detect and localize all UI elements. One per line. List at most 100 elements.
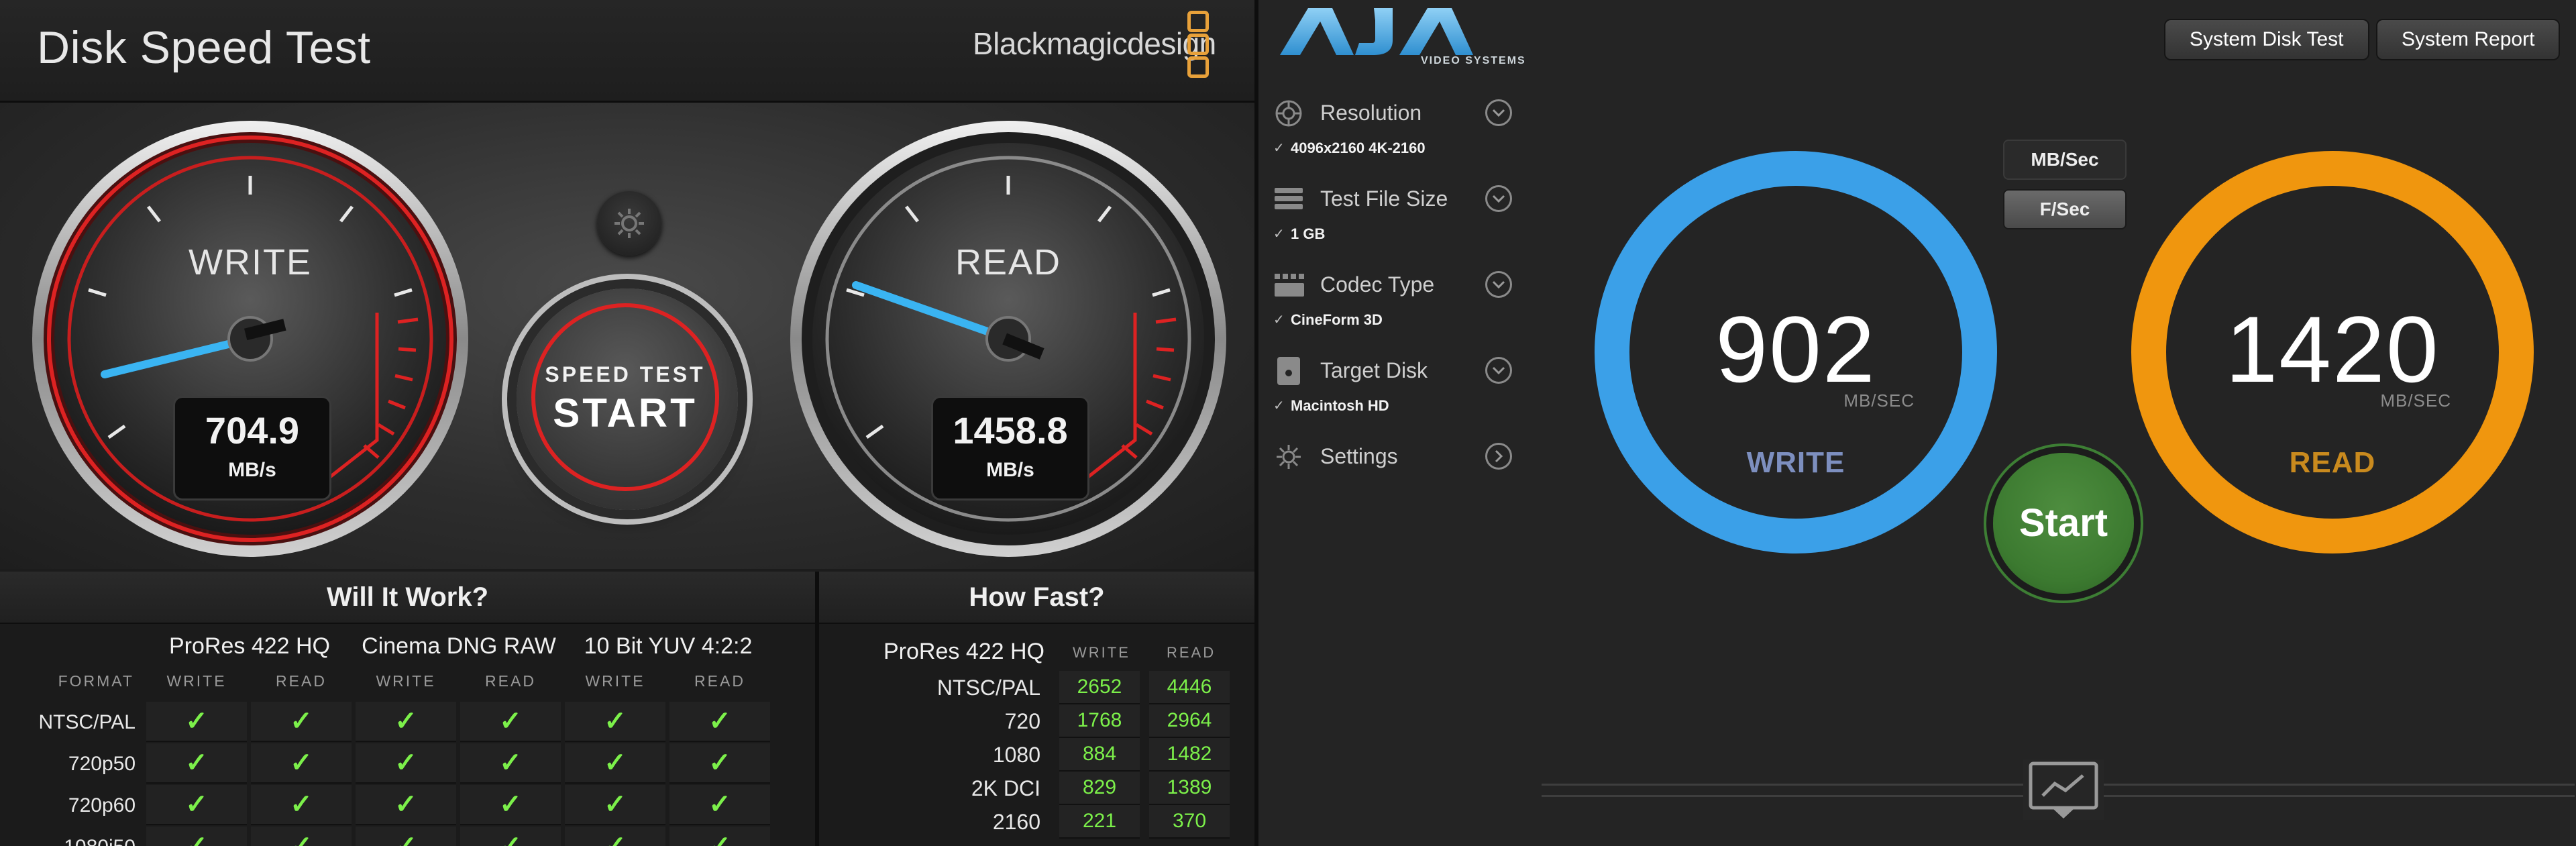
write-column-label: WRITE	[166, 672, 227, 690]
write-column-label: WRITE	[376, 672, 436, 690]
read-result-value: 1420	[2225, 297, 2440, 402]
write-result-label: WRITE	[1746, 446, 1845, 479]
codec-header: ProRes 422 HQ	[883, 639, 1044, 664]
write-fps-value: 2652	[1059, 671, 1140, 704]
chevron-right-icon[interactable]	[1485, 443, 1512, 470]
start-button-line2: START	[553, 390, 698, 435]
write-speed-value: 704.9	[205, 409, 300, 452]
write-result-value: 902	[1715, 297, 1876, 402]
read-column-label: READ	[276, 672, 327, 690]
read-fps-value: 4446	[1149, 671, 1230, 704]
check-icon: ✓	[1273, 141, 1285, 156]
speed-test-start-button[interactable]: SPEED TEST START	[517, 288, 738, 510]
read-speed-readout: 1458.8 MB/s	[931, 396, 1089, 500]
setting-label: Settings	[1320, 444, 1398, 468]
check-icon: ✓	[251, 785, 352, 825]
chevron-down-icon[interactable]	[1485, 357, 1512, 384]
read-speed-value: 1458.8	[953, 409, 1068, 452]
write-speed-unit: MB/s	[228, 459, 276, 481]
how-fast-table: How Fast? ProRes 422 HQ WRITE READ NTSC/…	[819, 572, 1254, 846]
system-report-button[interactable]: System Report	[2376, 19, 2561, 60]
chevron-down-icon[interactable]	[1485, 185, 1512, 212]
write-result-ring: 902 MB/SEC WRITE	[1591, 148, 2000, 557]
check-icon: ✓	[146, 785, 247, 825]
write-fps-value: 1768	[1059, 704, 1140, 738]
will-it-work-table: Will It Work? ProRes 422 HQ Cinema DNG R…	[0, 572, 819, 846]
aja-logo-subtitle: VIDEO SYSTEMS	[1421, 55, 1526, 66]
target-disk-setting[interactable]: Target Disk ✓ Macintosh HD	[1258, 349, 1527, 428]
start-button[interactable]: Start	[1993, 453, 2134, 594]
write-fps-value: 221	[1059, 805, 1140, 839]
check-icon: ✓	[146, 743, 247, 784]
write-gauge: WRITE 704.9 MB/s	[25, 114, 475, 564]
brand-logo-icon	[1187, 34, 1209, 55]
row-label: NTSC/PAL	[936, 676, 1040, 700]
resolution-setting[interactable]: Resolution ✓ 4096x2160 4K-2160	[1258, 91, 1527, 170]
setting-label: Codec Type	[1320, 272, 1435, 297]
aja-logo-icon	[1280, 8, 1473, 55]
brand-logo-icon	[1187, 11, 1209, 32]
write-column-label: WRITE	[585, 672, 645, 690]
check-icon: ✓	[565, 743, 665, 784]
check-icon: ✓	[669, 743, 770, 784]
brand-logo-icon	[1187, 56, 1209, 78]
check-icon: ✓	[669, 702, 770, 742]
graph-view-button[interactable]	[2023, 759, 2104, 820]
settings-setting[interactable]: Settings	[1258, 435, 1527, 514]
setting-value: Macintosh HD	[1291, 397, 1389, 414]
gear-icon	[614, 209, 644, 238]
check-icon: ✓	[565, 827, 665, 846]
check-icon: ✓	[669, 785, 770, 825]
check-icon: ✓	[146, 827, 247, 846]
row-label: 2K DCI	[971, 776, 1040, 800]
line-chart-icon	[2029, 761, 2098, 818]
read-speed-unit: MB/s	[986, 459, 1034, 481]
file-size-icon	[1275, 188, 1303, 209]
title-bar: Disk Speed Test Blackmagicdesign	[0, 0, 1254, 103]
system-disk-test-button[interactable]: System Disk Test	[2164, 19, 2369, 60]
row-label: 2160	[992, 810, 1040, 834]
setting-value: 1 GB	[1291, 225, 1326, 242]
read-column-label: READ	[485, 672, 536, 690]
table-row: 2K DCI 829 1389	[819, 772, 1254, 805]
row-label: NTSC/PAL	[38, 711, 136, 733]
row-label: 720p60	[68, 794, 136, 816]
table-row: 2160 221 370	[819, 805, 1254, 839]
start-button-face[interactable]: SPEED TEST START	[531, 303, 719, 491]
gear-icon	[1277, 445, 1301, 469]
mb-per-sec-toggle[interactable]: MB/Sec	[2003, 140, 2127, 180]
codec-type-setting[interactable]: Codec Type ✓ CineForm 3D	[1258, 263, 1527, 342]
write-fps-value: 829	[1059, 772, 1140, 805]
check-icon: ✓	[356, 785, 456, 825]
check-icon: ✓	[460, 827, 561, 846]
disk-icon	[1277, 357, 1300, 385]
chevron-down-icon[interactable]	[1485, 99, 1512, 126]
test-file-size-setting[interactable]: Test File Size ✓ 1 GB	[1258, 177, 1527, 256]
app-title: Disk Speed Test	[37, 22, 371, 73]
how-fast-title: How Fast?	[819, 572, 1254, 624]
group-header: 10 Bit YUV 4:2:2	[584, 633, 753, 659]
table-row: 720p60 ✓ ✓ ✓ ✓ ✓ ✓	[0, 785, 815, 827]
check-icon: ✓	[356, 827, 456, 846]
check-icon: ✓	[356, 743, 456, 784]
row-label: 1080i50	[0, 827, 136, 846]
read-fps-value: 1389	[1149, 772, 1230, 805]
check-icon: ✓	[251, 743, 352, 784]
read-fps-value: 370	[1149, 805, 1230, 839]
aja-logo	[1273, 5, 1488, 60]
table-row: 1080i50 ✓ ✓ ✓ ✓ ✓ ✓	[0, 827, 815, 846]
check-icon: ✓	[146, 702, 247, 742]
read-gauge: READ 1458.8 MB/s	[784, 114, 1233, 564]
settings-gear-button[interactable]	[597, 191, 661, 256]
frames-per-sec-toggle[interactable]: F/Sec	[2003, 189, 2127, 229]
write-column-label: WRITE	[1073, 644, 1130, 661]
chevron-down-icon[interactable]	[1485, 271, 1512, 298]
blackmagic-disk-speed-test: Disk Speed Test Blackmagicdesign WRITE 7…	[0, 0, 1254, 846]
row-label: 1080	[992, 743, 1040, 767]
setting-value: 4096x2160 4K-2160	[1291, 140, 1426, 156]
table-row: 720 1768 2964	[819, 704, 1254, 738]
setting-value: CineForm 3D	[1291, 311, 1383, 328]
check-icon: ✓	[565, 702, 665, 742]
format-column-label: FORMAT	[58, 672, 134, 690]
check-icon: ✓	[460, 702, 561, 742]
